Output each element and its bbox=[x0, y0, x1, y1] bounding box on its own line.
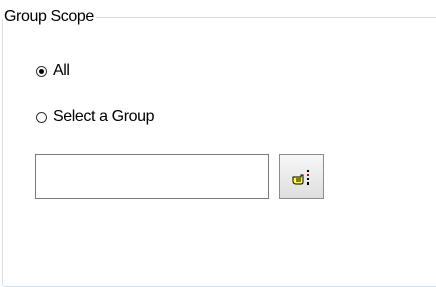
radio-all-label: All bbox=[53, 62, 70, 79]
radio-option-all[interactable]: All bbox=[36, 60, 70, 82]
radio-select-a-group-label: Select a Group bbox=[53, 108, 155, 125]
group-name-input[interactable] bbox=[35, 154, 269, 199]
radio-option-select-a-group[interactable]: Select a Group bbox=[36, 106, 155, 128]
radio-all-selected-indicator[interactable] bbox=[36, 65, 47, 77]
radio-select-a-group-indicator[interactable] bbox=[36, 111, 47, 123]
hand-pointer-icon bbox=[292, 170, 309, 185]
group-scope-title: Group Scope bbox=[3, 6, 96, 28]
group-scope-groupbox bbox=[2, 17, 436, 287]
group-picker-button[interactable] bbox=[279, 154, 324, 199]
